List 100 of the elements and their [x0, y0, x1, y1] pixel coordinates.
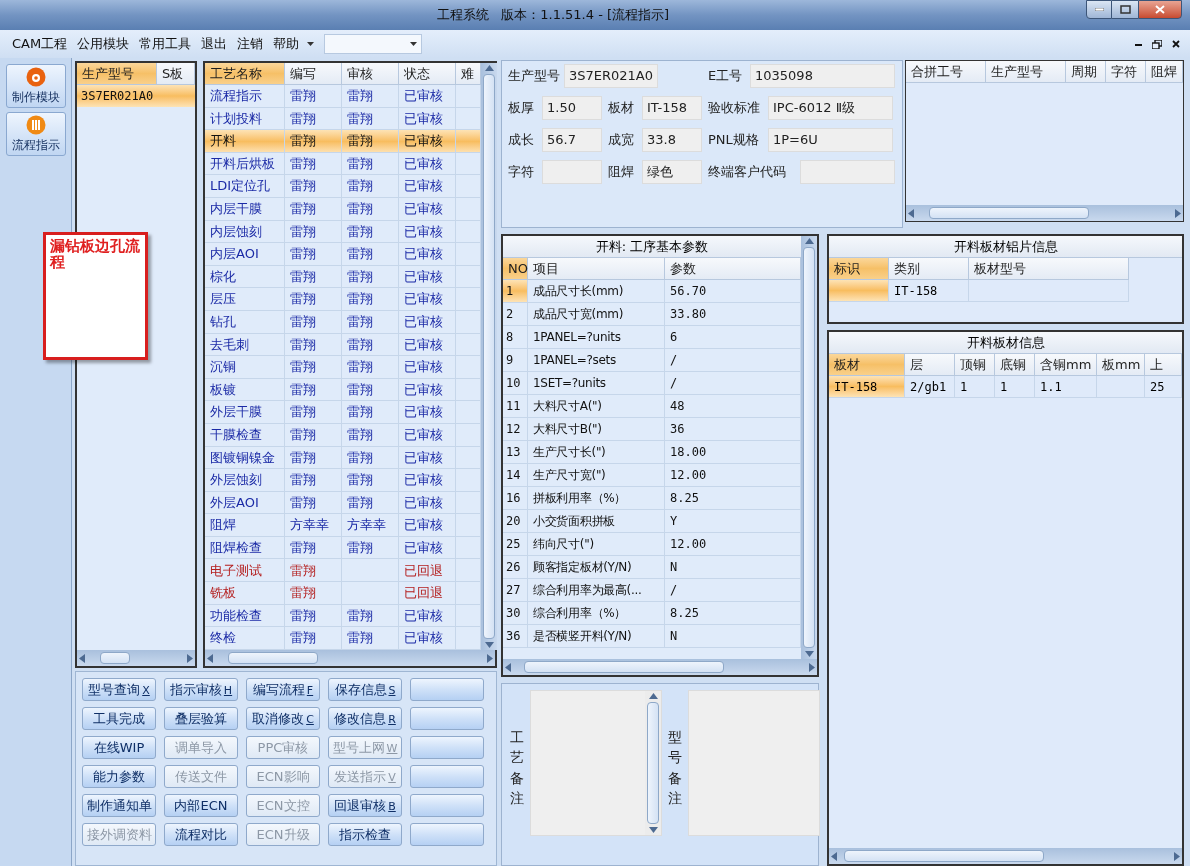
horizontal-scrollbar[interactable]: [205, 650, 495, 666]
nav-button[interactable]: 流程指示: [5, 112, 66, 156]
action-button[interactable]: 取消修改 C: [246, 707, 320, 730]
vertical-scrollbar[interactable]: [645, 691, 661, 835]
column-header[interactable]: 类别: [889, 258, 969, 280]
action-button[interactable]: 修改信息 R: [328, 707, 402, 730]
action-button[interactable]: 内部ECN: [164, 794, 238, 817]
column-header[interactable]: 难: [456, 63, 481, 85]
column-header[interactable]: 合拼工号: [906, 61, 986, 83]
table-cell[interactable]: 2: [503, 303, 528, 326]
action-button[interactable]: 制作通知单: [82, 794, 156, 817]
remark-field[interactable]: [530, 690, 662, 836]
vertical-scrollbar[interactable]: [481, 63, 497, 650]
horizontal-scrollbar[interactable]: [829, 848, 1182, 864]
table-row[interactable]: 外层干膜 雷翔 雷翔 已审核: [205, 401, 481, 424]
text-field[interactable]: 1.50: [542, 96, 602, 120]
column-header[interactable]: 层: [905, 354, 955, 376]
menu-item[interactable]: 帮助: [273, 34, 300, 54]
vertical-scrollbar[interactable]: [801, 236, 817, 659]
column-header[interactable]: 生产型号: [77, 63, 157, 85]
table-row[interactable]: 图镀铜镍金 雷翔 雷翔 已审核: [205, 446, 481, 470]
column-header[interactable]: 阻焊: [1146, 61, 1183, 83]
table-cell[interactable]: 27: [503, 579, 528, 602]
column-header[interactable]: 底铜: [995, 354, 1035, 376]
text-field[interactable]: IPC-6012 Ⅱ级: [768, 96, 893, 120]
menu-item[interactable]: 常用工具: [139, 34, 192, 54]
column-header[interactable]: 审核: [342, 63, 399, 85]
caret-icon[interactable]: [307, 42, 315, 46]
table-row[interactable]: 板镀 雷翔 雷翔 已审核: [205, 378, 481, 402]
column-header[interactable]: 顶铜: [955, 354, 995, 376]
text-field[interactable]: 56.7: [542, 128, 602, 152]
menu-item[interactable]: CAM工程: [12, 34, 68, 54]
table-row[interactable]: 阻焊检查 雷翔 雷翔 已审核: [205, 536, 481, 560]
action-button[interactable]: 叠层验算: [164, 707, 238, 730]
close-button[interactable]: [1138, 0, 1182, 19]
table-cell[interactable]: 10: [503, 372, 528, 395]
column-header[interactable]: 板mm: [1097, 354, 1145, 376]
combo-box[interactable]: [324, 34, 423, 54]
action-button[interactable]: 流程对比: [164, 823, 238, 846]
table-row[interactable]: LDI定位孔 雷翔 雷翔 已审核: [205, 175, 481, 198]
table-row[interactable]: 流程指示 雷翔 雷翔 已审核: [205, 85, 481, 108]
maximize-button[interactable]: [1112, 0, 1138, 19]
action-button[interactable]: [410, 823, 484, 846]
table-cell[interactable]: 25: [503, 533, 528, 556]
table-cell[interactable]: 26: [503, 556, 528, 579]
column-header[interactable]: 板材: [829, 354, 905, 376]
column-header[interactable]: 工艺名称: [205, 63, 285, 85]
table-row[interactable]: 3S7ER021A0: [77, 85, 195, 107]
action-button[interactable]: 工具完成: [82, 707, 156, 730]
nav-button[interactable]: 制作模块: [5, 64, 66, 108]
action-button[interactable]: [410, 736, 484, 759]
text-field[interactable]: 33.8: [642, 128, 702, 152]
column-header[interactable]: 板材型号: [969, 258, 1129, 280]
action-button[interactable]: [410, 794, 484, 817]
action-button[interactable]: 保存信息S: [328, 678, 402, 701]
column-header[interactable]: 状态: [399, 63, 456, 85]
table-row[interactable]: 终检 雷翔 雷翔 已审核: [205, 627, 481, 650]
column-header[interactable]: 项目: [528, 258, 665, 280]
minimize-icon[interactable]: [1135, 42, 1142, 46]
table-row[interactable]: 外层AOI 雷翔 雷翔 已审核: [205, 491, 481, 515]
action-button[interactable]: 指示审核 H: [164, 678, 238, 701]
table-cell[interactable]: 12: [503, 418, 528, 441]
table-row[interactable]: 电子测试 雷翔 已回退: [205, 559, 481, 583]
column-header[interactable]: 生产型号: [986, 61, 1066, 83]
restore-icon[interactable]: [1152, 39, 1162, 49]
table-cell[interactable]: 14: [503, 464, 528, 487]
column-header[interactable]: 参数: [665, 258, 801, 280]
table-cell[interactable]: 1: [503, 280, 528, 303]
table-row[interactable]: 棕化 雷翔 雷翔 已审核: [205, 265, 481, 289]
column-header[interactable]: 含铜mm: [1035, 354, 1097, 376]
column-header[interactable]: 标识: [829, 258, 889, 280]
text-field[interactable]: [542, 160, 602, 184]
table-cell[interactable]: 11: [503, 395, 528, 418]
action-button[interactable]: 能力参数: [82, 765, 156, 788]
table-cell[interactable]: 16: [503, 487, 528, 510]
table-row[interactable]: 干膜检查 雷翔 雷翔 已审核: [205, 423, 481, 447]
table-row[interactable]: 内层蚀刻 雷翔 雷翔 已审核: [205, 220, 481, 244]
menu-item[interactable]: 退出: [201, 34, 228, 54]
horizontal-scrollbar[interactable]: [906, 205, 1183, 221]
table-row[interactable]: 内层AOI 雷翔 雷翔 已审核: [205, 243, 481, 266]
table-row[interactable]: 层压 雷翔 雷翔 已审核: [205, 288, 481, 311]
action-button[interactable]: [410, 765, 484, 788]
table-cell[interactable]: 20: [503, 510, 528, 533]
table-row[interactable]: 沉铜 雷翔 雷翔 已审核: [205, 356, 481, 379]
action-button[interactable]: 指示检查: [328, 823, 402, 846]
column-header[interactable]: 周期: [1066, 61, 1106, 83]
table-cell[interactable]: 13: [503, 441, 528, 464]
menu-item[interactable]: 公用模块: [77, 34, 130, 54]
text-field[interactable]: 1035098: [750, 64, 895, 88]
text-field[interactable]: [800, 160, 895, 184]
text-field[interactable]: IT-158: [642, 96, 702, 120]
table-cell[interactable]: 30: [503, 602, 528, 625]
table-row[interactable]: 开料后烘板 雷翔 雷翔 已审核: [205, 152, 481, 176]
table-row[interactable]: 钻孔 雷翔 雷翔 已审核: [205, 310, 481, 334]
table-row[interactable]: 开料 雷翔 雷翔 已审核: [205, 130, 481, 153]
text-field[interactable]: 绿色: [642, 160, 702, 184]
table-row[interactable]: 功能检查 雷翔 雷翔 已审核: [205, 604, 481, 628]
minimize-button[interactable]: [1086, 0, 1112, 19]
remark-field[interactable]: [688, 690, 820, 836]
action-button[interactable]: 编写流程F: [246, 678, 320, 701]
